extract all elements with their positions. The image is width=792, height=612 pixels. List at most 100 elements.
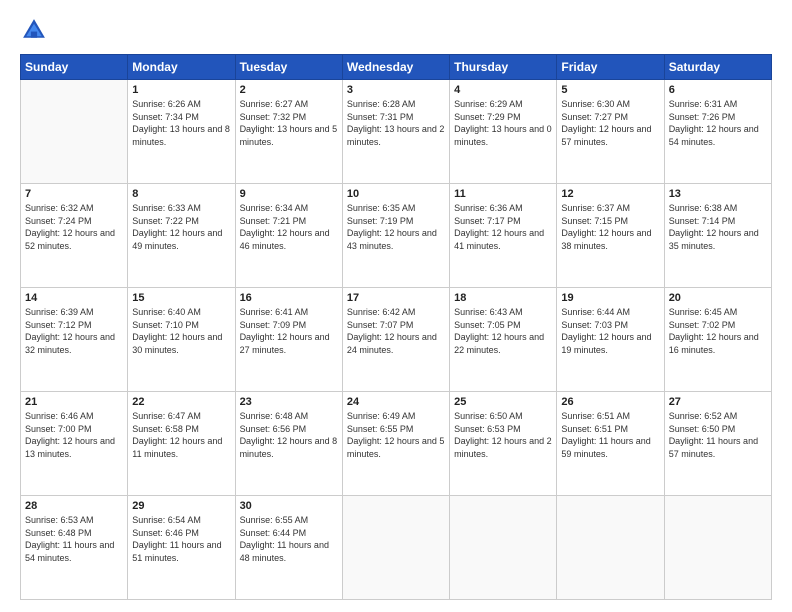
day-cell: 17 Sunrise: 6:42 AMSunset: 7:07 PMDayligh… — [342, 288, 449, 392]
day-info: Sunrise: 6:46 AMSunset: 7:00 PMDaylight:… — [25, 410, 123, 460]
day-info: Sunrise: 6:43 AMSunset: 7:05 PMDaylight:… — [454, 306, 552, 356]
day-cell: 16 Sunrise: 6:41 AMSunset: 7:09 PMDayligh… — [235, 288, 342, 392]
day-number: 11 — [454, 188, 552, 200]
day-number: 6 — [669, 84, 767, 96]
day-number: 2 — [240, 84, 338, 96]
day-info: Sunrise: 6:27 AMSunset: 7:32 PMDaylight:… — [240, 98, 338, 148]
day-cell: 14 Sunrise: 6:39 AMSunset: 7:12 PMDayligh… — [21, 288, 128, 392]
day-number: 16 — [240, 292, 338, 304]
day-info: Sunrise: 6:29 AMSunset: 7:29 PMDaylight:… — [454, 98, 552, 148]
day-number: 26 — [561, 396, 659, 408]
day-number: 28 — [25, 500, 123, 512]
day-number: 27 — [669, 396, 767, 408]
day-number: 30 — [240, 500, 338, 512]
day-number: 10 — [347, 188, 445, 200]
day-cell: 24 Sunrise: 6:49 AMSunset: 6:55 PMDayligh… — [342, 392, 449, 496]
day-info: Sunrise: 6:38 AMSunset: 7:14 PMDaylight:… — [669, 202, 767, 252]
day-info: Sunrise: 6:55 AMSunset: 6:44 PMDaylight:… — [240, 514, 338, 564]
day-number: 25 — [454, 396, 552, 408]
day-info: Sunrise: 6:49 AMSunset: 6:55 PMDaylight:… — [347, 410, 445, 460]
day-number: 29 — [132, 500, 230, 512]
day-info: Sunrise: 6:44 AMSunset: 7:03 PMDaylight:… — [561, 306, 659, 356]
calendar-header-row: SundayMondayTuesdayWednesdayThursdayFrid… — [21, 55, 772, 80]
day-number: 1 — [132, 84, 230, 96]
day-info: Sunrise: 6:45 AMSunset: 7:02 PMDaylight:… — [669, 306, 767, 356]
day-cell: 12 Sunrise: 6:37 AMSunset: 7:15 PMDayligh… — [557, 184, 664, 288]
day-cell — [342, 496, 449, 600]
day-cell: 3Sunrise: 6:28 AMSunset: 7:31 PMDaylight… — [342, 80, 449, 184]
day-cell: 13Sunrise: 6:38 AMSunset: 7:14 PMDayligh… — [664, 184, 771, 288]
day-cell: 9 Sunrise: 6:34 AMSunset: 7:21 PMDaylight… — [235, 184, 342, 288]
day-cell — [21, 80, 128, 184]
week-row-3: 21 Sunrise: 6:46 AMSunset: 7:00 PMDayligh… — [21, 392, 772, 496]
col-header-tuesday: Tuesday — [235, 55, 342, 80]
day-cell — [664, 496, 771, 600]
day-cell: 2 Sunrise: 6:27 AMSunset: 7:32 PMDaylight… — [235, 80, 342, 184]
day-info: Sunrise: 6:54 AMSunset: 6:46 PMDaylight:… — [132, 514, 230, 564]
header — [20, 16, 772, 44]
day-info: Sunrise: 6:39 AMSunset: 7:12 PMDaylight:… — [25, 306, 123, 356]
day-info: Sunrise: 6:35 AMSunset: 7:19 PMDaylight:… — [347, 202, 445, 252]
logo-icon — [20, 16, 48, 44]
week-row-0: 1 Sunrise: 6:26 AMSunset: 7:34 PMDaylight… — [21, 80, 772, 184]
day-info: Sunrise: 6:37 AMSunset: 7:15 PMDaylight:… — [561, 202, 659, 252]
col-header-friday: Friday — [557, 55, 664, 80]
day-number: 7 — [25, 188, 123, 200]
day-number: 15 — [132, 292, 230, 304]
day-cell: 8 Sunrise: 6:33 AMSunset: 7:22 PMDaylight… — [128, 184, 235, 288]
day-number: 5 — [561, 84, 659, 96]
day-info: Sunrise: 6:47 AMSunset: 6:58 PMDaylight:… — [132, 410, 230, 460]
day-cell: 27 Sunrise: 6:52 AMSunset: 6:50 PMDayligh… — [664, 392, 771, 496]
day-cell: 26 Sunrise: 6:51 AMSunset: 6:51 PMDayligh… — [557, 392, 664, 496]
day-cell: 11 Sunrise: 6:36 AMSunset: 7:17 PMDayligh… — [450, 184, 557, 288]
col-header-sunday: Sunday — [21, 55, 128, 80]
day-number: 8 — [132, 188, 230, 200]
day-cell: 18 Sunrise: 6:43 AMSunset: 7:05 PMDayligh… — [450, 288, 557, 392]
day-info: Sunrise: 6:31 AMSunset: 7:26 PMDaylight:… — [669, 98, 767, 148]
day-info: Sunrise: 6:30 AMSunset: 7:27 PMDaylight:… — [561, 98, 659, 148]
logo — [20, 16, 54, 44]
day-info: Sunrise: 6:33 AMSunset: 7:22 PMDaylight:… — [132, 202, 230, 252]
day-number: 20 — [669, 292, 767, 304]
col-header-saturday: Saturday — [664, 55, 771, 80]
day-info: Sunrise: 6:32 AMSunset: 7:24 PMDaylight:… — [25, 202, 123, 252]
day-number: 12 — [561, 188, 659, 200]
day-cell: 30 Sunrise: 6:55 AMSunset: 6:44 PMDayligh… — [235, 496, 342, 600]
day-cell: 28 Sunrise: 6:53 AMSunset: 6:48 PMDayligh… — [21, 496, 128, 600]
day-info: Sunrise: 6:42 AMSunset: 7:07 PMDaylight:… — [347, 306, 445, 356]
day-number: 21 — [25, 396, 123, 408]
col-header-thursday: Thursday — [450, 55, 557, 80]
day-info: Sunrise: 6:48 AMSunset: 6:56 PMDaylight:… — [240, 410, 338, 460]
day-info: Sunrise: 6:28 AMSunset: 7:31 PMDaylight:… — [347, 98, 445, 148]
day-info: Sunrise: 6:41 AMSunset: 7:09 PMDaylight:… — [240, 306, 338, 356]
week-row-2: 14 Sunrise: 6:39 AMSunset: 7:12 PMDayligh… — [21, 288, 772, 392]
day-cell: 10 Sunrise: 6:35 AMSunset: 7:19 PMDayligh… — [342, 184, 449, 288]
day-number: 23 — [240, 396, 338, 408]
week-row-1: 7 Sunrise: 6:32 AMSunset: 7:24 PMDaylight… — [21, 184, 772, 288]
page: SundayMondayTuesdayWednesdayThursdayFrid… — [0, 0, 792, 612]
day-cell: 25 Sunrise: 6:50 AMSunset: 6:53 PMDayligh… — [450, 392, 557, 496]
day-cell: 4 Sunrise: 6:29 AMSunset: 7:29 PMDaylight… — [450, 80, 557, 184]
day-cell — [557, 496, 664, 600]
day-cell: 22Sunrise: 6:47 AMSunset: 6:58 PMDayligh… — [128, 392, 235, 496]
day-number: 4 — [454, 84, 552, 96]
day-number: 19 — [561, 292, 659, 304]
day-cell: 19 Sunrise: 6:44 AMSunset: 7:03 PMDayligh… — [557, 288, 664, 392]
day-number: 9 — [240, 188, 338, 200]
day-number: 14 — [25, 292, 123, 304]
day-info: Sunrise: 6:50 AMSunset: 6:53 PMDaylight:… — [454, 410, 552, 460]
day-info: Sunrise: 6:52 AMSunset: 6:50 PMDaylight:… — [669, 410, 767, 460]
day-cell: 15Sunrise: 6:40 AMSunset: 7:10 PMDayligh… — [128, 288, 235, 392]
day-info: Sunrise: 6:26 AMSunset: 7:34 PMDaylight:… — [132, 98, 230, 148]
calendar: SundayMondayTuesdayWednesdayThursdayFrid… — [20, 54, 772, 600]
day-cell: 29 Sunrise: 6:54 AMSunset: 6:46 PMDayligh… — [128, 496, 235, 600]
day-info: Sunrise: 6:51 AMSunset: 6:51 PMDaylight:… — [561, 410, 659, 460]
day-number: 18 — [454, 292, 552, 304]
day-info: Sunrise: 6:53 AMSunset: 6:48 PMDaylight:… — [25, 514, 123, 564]
day-info: Sunrise: 6:34 AMSunset: 7:21 PMDaylight:… — [240, 202, 338, 252]
day-info: Sunrise: 6:36 AMSunset: 7:17 PMDaylight:… — [454, 202, 552, 252]
day-number: 17 — [347, 292, 445, 304]
day-cell: 1 Sunrise: 6:26 AMSunset: 7:34 PMDaylight… — [128, 80, 235, 184]
day-number: 24 — [347, 396, 445, 408]
day-cell: 5 Sunrise: 6:30 AMSunset: 7:27 PMDaylight… — [557, 80, 664, 184]
